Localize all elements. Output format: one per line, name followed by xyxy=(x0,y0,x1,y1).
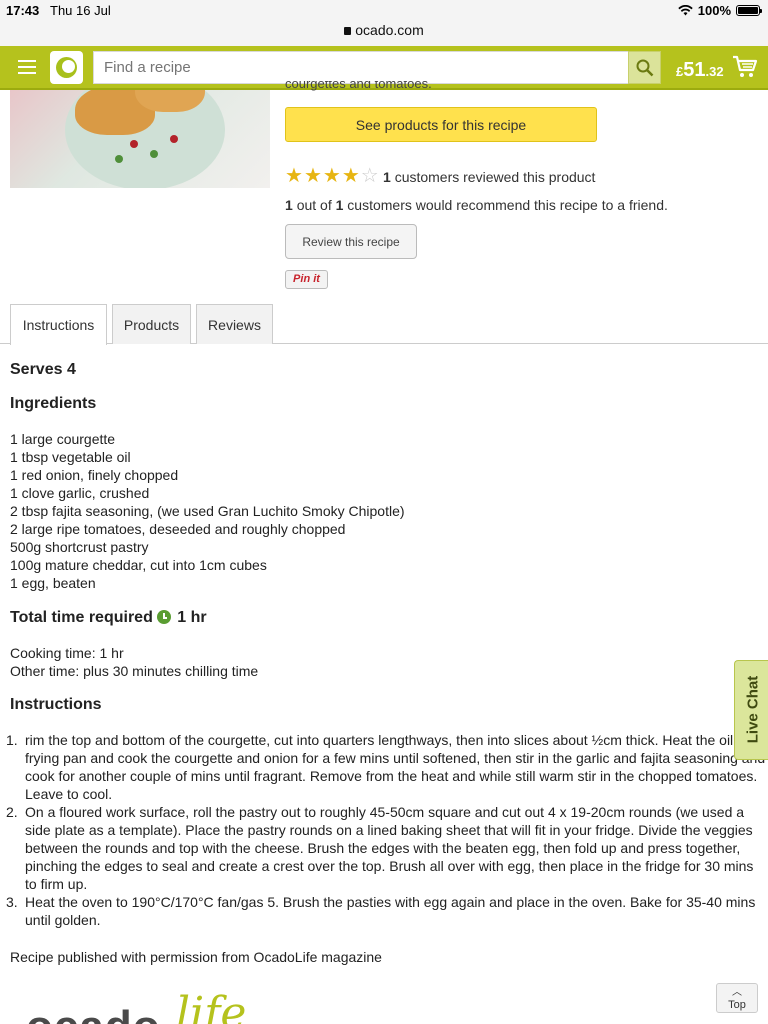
serves-heading: Serves 4 xyxy=(10,361,76,378)
url-text: ocado.com xyxy=(355,22,424,38)
status-bar: 17:43 Thu 16 Jul 100% xyxy=(0,0,768,20)
other-time: Other time: plus 30 minutes chilling tim… xyxy=(10,663,259,679)
ingredient-item: 1 clove garlic, crushed xyxy=(10,485,150,501)
star-filled-icon: ★ xyxy=(303,165,322,187)
ingredient-item: 1 egg, beaten xyxy=(10,575,96,591)
instruction-step: 1. rim the top and bottom of the courgett… xyxy=(6,732,766,802)
search-button[interactable] xyxy=(628,51,661,84)
see-products-button[interactable]: See products for this recipe xyxy=(285,107,597,142)
tab-reviews[interactable]: Reviews xyxy=(196,304,273,344)
tab-instructions[interactable]: Instructions xyxy=(10,304,107,345)
battery-icon xyxy=(736,5,762,16)
trolley-total[interactable]: £51.32 xyxy=(676,59,724,82)
star-empty-icon: ☆ xyxy=(360,165,379,187)
ingredients-list: 1 large courgette 1 tbsp vegetable oil 1… xyxy=(10,430,405,592)
star-filled-icon: ★ xyxy=(341,165,360,187)
back-to-top-button[interactable]: ︿ Top xyxy=(716,983,758,1013)
ocado-logo[interactable] xyxy=(50,51,83,84)
ingredient-item: 2 large ripe tomatoes, deseeded and roug… xyxy=(10,521,346,537)
cooking-time: Cooking time: 1 hr xyxy=(10,645,124,661)
lock-icon xyxy=(344,27,352,35)
recipe-tabs: Instructions Products Reviews xyxy=(0,304,768,345)
ingredient-item: 1 large courgette xyxy=(10,431,116,447)
review-count: 1 customers reviewed this product xyxy=(383,169,596,185)
pinterest-pin-button[interactable]: Pin it xyxy=(285,270,328,289)
rating-stars: ★ ★ ★ ★ ☆ xyxy=(285,166,379,186)
live-chat-button[interactable]: Live Chat xyxy=(734,660,768,760)
instructions-heading: Instructions xyxy=(10,696,102,713)
ingredient-item: 100g mature cheddar, cut into 1cm cubes xyxy=(10,557,267,573)
recommend-line: 1 out of 1 customers would recommend thi… xyxy=(285,197,668,213)
star-filled-icon: ★ xyxy=(322,165,341,187)
address-bar[interactable]: ocado.com xyxy=(0,20,768,46)
recipe-image xyxy=(10,90,270,188)
publication-credit: Recipe published with permission from Oc… xyxy=(10,949,382,965)
status-right: 100% xyxy=(678,3,762,18)
recipe-description-fragment: courgettes and tomatoes. xyxy=(285,81,432,91)
total-time-heading: Total time required 1 hr xyxy=(10,609,207,626)
review-recipe-button[interactable]: Review this recipe xyxy=(285,224,417,259)
instruction-step: 2. On a floured work surface, roll the pa… xyxy=(6,804,754,892)
ingredient-item: 2 tbsp fajita seasoning, (we used Gran L… xyxy=(10,503,405,519)
star-filled-icon: ★ xyxy=(285,165,303,187)
instruction-step: 3. Heat the oven to 190°C/170°C fan/gas 5… xyxy=(6,894,756,928)
ingredients-heading: Ingredients xyxy=(10,395,97,412)
clock-icon xyxy=(156,610,171,624)
trolley-icon[interactable] xyxy=(732,55,758,84)
battery-percent: 100% xyxy=(697,3,731,18)
tab-products[interactable]: Products xyxy=(112,304,191,344)
status-date: Thu 16 Jul xyxy=(50,3,111,18)
status-time: 17:43 xyxy=(6,3,40,18)
chevron-up-icon: ︿ xyxy=(732,987,742,998)
ocadolife-logo: ocadolife xyxy=(26,988,247,1024)
wifi-icon xyxy=(678,5,693,16)
search-icon xyxy=(636,59,654,77)
ingredient-item: 1 tbsp vegetable oil xyxy=(10,449,131,465)
instruction-steps: 1. rim the top and bottom of the courgett… xyxy=(0,731,768,929)
menu-icon[interactable] xyxy=(18,60,36,74)
time-details: Cooking time: 1 hr Other time: plus 30 m… xyxy=(10,644,258,680)
ingredient-item: 500g shortcrust pastry xyxy=(10,539,149,555)
ingredient-item: 1 red onion, finely chopped xyxy=(10,467,179,483)
recipe-search-input[interactable] xyxy=(93,51,629,84)
